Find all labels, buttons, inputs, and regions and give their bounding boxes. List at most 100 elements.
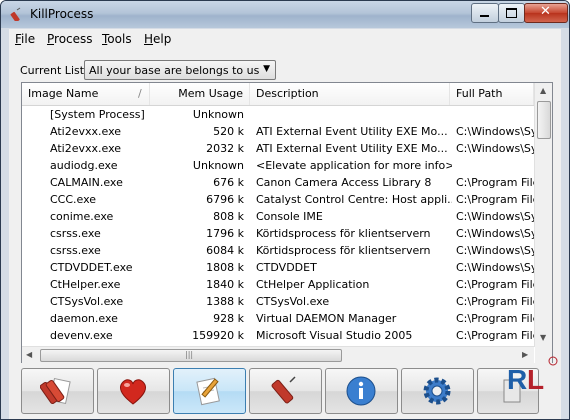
column-header-description[interactable]: Description	[250, 83, 450, 105]
cell-image-name: [System Process]	[50, 108, 145, 121]
dynamite-doc-icon	[40, 377, 71, 405]
action-toolbar	[9, 363, 561, 419]
vertical-scroll-thumb[interactable]	[537, 101, 551, 139]
settings-button[interactable]	[401, 368, 474, 414]
menu-tools[interactable]: Tools	[102, 32, 132, 46]
current-list-value: All your base are belongs to us	[89, 64, 260, 77]
list-header: Image Name / Mem Usage Description Full P…	[22, 83, 534, 106]
svg-text:L: L	[527, 364, 544, 395]
title-bar[interactable]: KillProcess ✕	[1, 1, 569, 28]
cell-full-path: C:\Program File	[456, 329, 534, 342]
table-row[interactable]: CCC.exe 6796 k Catalyst Control Centre: Ho…	[22, 191, 534, 208]
table-row[interactable]: CTDVDDET.exe 1808 k CTDVDDET C:\Windows\Sy	[22, 259, 534, 276]
cell-image-name: CtHelper.exe	[50, 278, 121, 291]
dynamite-app-icon	[10, 7, 21, 21]
minimize-button[interactable]	[471, 3, 499, 23]
cell-description: Catalyst Control Centre: Host appli...	[256, 193, 452, 206]
table-row[interactable]: csrss.exe 1796 k Körtidsprocess för klient…	[22, 225, 534, 242]
cell-mem-usage: 1388 k	[206, 295, 244, 308]
cell-description: ATI External Event Utility EXE Mo...	[256, 125, 448, 138]
cell-mem-usage: Unknown	[192, 108, 244, 121]
cell-image-name: CTDVDDET.exe	[50, 261, 133, 274]
vertical-scrollbar[interactable]: ▲ ▼	[534, 83, 552, 347]
cell-mem-usage: 6796 k	[206, 193, 244, 206]
table-row[interactable]: CTSysVol.exe 1388 k CTSysVol.exe C:\Program…	[22, 293, 534, 310]
cell-mem-usage: 520 k	[213, 125, 244, 138]
cell-description: ATI External Event Utility EXE Mo...	[256, 142, 448, 155]
minimize-icon	[480, 15, 489, 17]
column-header-mem-usage[interactable]: Mem Usage	[150, 83, 250, 105]
cell-description: Canon Camera Access Library 8	[256, 176, 432, 189]
scroll-left-icon[interactable]: ◀	[26, 350, 32, 359]
cell-full-path: C:\Program File	[456, 295, 534, 308]
cell-image-name: CALMAIN.exe	[50, 176, 123, 189]
sort-indicator-icon: /	[138, 87, 142, 100]
cell-mem-usage: 159920 k	[192, 329, 244, 342]
scroll-up-icon[interactable]: ▲	[540, 86, 546, 95]
cell-image-name: devenv.exe	[50, 329, 113, 342]
column-header-full-path[interactable]: Full Path	[450, 83, 534, 105]
table-row[interactable]: CtHelper.exe 1840 k CtHelper Application C:…	[22, 276, 534, 293]
table-row[interactable]: CALMAIN.exe 676 k Canon Camera Access Libr…	[22, 174, 534, 191]
close-icon: ✕	[540, 4, 551, 19]
table-row[interactable]: audiodg.exe Unknown <Elevate application f…	[22, 157, 534, 174]
cell-image-name: daemon.exe	[50, 312, 118, 325]
scroll-down-icon[interactable]: ▼	[540, 333, 546, 342]
close-button[interactable]: ✕	[524, 3, 568, 23]
process-list[interactable]: Image Name / Mem Usage Description Full P…	[21, 82, 553, 365]
chevron-down-icon: ▼	[263, 64, 270, 74]
cell-full-path: C:\Windows\Sy	[456, 227, 534, 240]
cell-image-name: CTSysVol.exe	[50, 295, 124, 308]
main-window: KillProcess ✕ File Process Tools Help Cu…	[0, 0, 570, 420]
table-row[interactable]: daemon.exe 928 k Virtual DAEMON Manager C:\…	[22, 310, 534, 327]
cell-description: CTDVDDET	[256, 261, 317, 274]
table-row[interactable]: devenv.exe 159920 k Microsoft Visual Studi…	[22, 327, 534, 344]
table-row[interactable]: Ati2evxx.exe 2032 k ATI External Event Uti…	[22, 140, 534, 157]
cell-full-path: C:\Program File	[456, 193, 534, 206]
current-list-label: Current List:	[20, 64, 88, 77]
column-header-image-name[interactable]: Image Name /	[22, 83, 150, 105]
dynamite-icon	[271, 376, 296, 404]
gear-icon	[423, 377, 451, 405]
heart-icon	[120, 379, 146, 405]
cell-mem-usage: Unknown	[192, 159, 244, 172]
table-row[interactable]: conime.exe 808 k Console IME C:\Windows\Sy	[22, 208, 534, 225]
cell-description: CtHelper Application	[256, 278, 370, 291]
cell-description: Körtidsprocess för klientservern	[256, 244, 431, 257]
cell-description: Virtual DAEMON Manager	[256, 312, 397, 325]
maximize-button[interactable]	[498, 3, 525, 23]
cell-description: Körtidsprocess för klientservern	[256, 227, 431, 240]
table-row[interactable]: csrss.exe 6084 k Körtidsprocess för klient…	[22, 242, 534, 259]
maximize-icon	[506, 8, 517, 18]
favorites-button[interactable]	[97, 368, 170, 414]
info-icon	[346, 376, 376, 406]
kill-process-button[interactable]	[21, 368, 94, 414]
menu-file[interactable]: File	[15, 32, 35, 46]
menu-help[interactable]: Help	[144, 32, 171, 46]
info-button[interactable]	[325, 368, 398, 414]
cell-description: <Elevate application for more info>	[256, 159, 452, 172]
watermark-logo: R L	[501, 353, 561, 413]
cell-mem-usage: 1808 k	[206, 261, 244, 274]
cell-image-name: audiodg.exe	[50, 159, 118, 172]
table-row[interactable]: Ati2evxx.exe 520 k ATI External Event Util…	[22, 123, 534, 140]
menu-process[interactable]: Process	[47, 32, 93, 46]
cell-mem-usage: 1840 k	[206, 278, 244, 291]
terminate-button[interactable]	[249, 368, 322, 414]
horizontal-scrollbar[interactable]: ◀ ||| ▶	[22, 346, 534, 364]
cell-mem-usage: 808 k	[213, 210, 244, 223]
horizontal-scroll-thumb[interactable]: |||	[40, 349, 342, 362]
grip-icon: |||	[185, 350, 194, 359]
cell-full-path: C:\Windows\Sy	[456, 142, 534, 155]
cell-mem-usage: 928 k	[213, 312, 244, 325]
menu-bar: File Process Tools Help	[9, 29, 561, 49]
current-list-dropdown[interactable]: All your base are belongs to us ▼	[84, 60, 276, 80]
edit-list-button[interactable]	[173, 368, 246, 414]
window-title: KillProcess	[30, 7, 94, 21]
cell-image-name: csrss.exe	[50, 244, 101, 257]
cell-full-path: C:\Windows\Sy	[456, 125, 534, 138]
cell-image-name: CCC.exe	[50, 193, 97, 206]
table-row[interactable]: [System Process] Unknown	[22, 106, 534, 123]
cell-mem-usage: 1796 k	[206, 227, 244, 240]
cell-mem-usage: 6084 k	[206, 244, 244, 257]
